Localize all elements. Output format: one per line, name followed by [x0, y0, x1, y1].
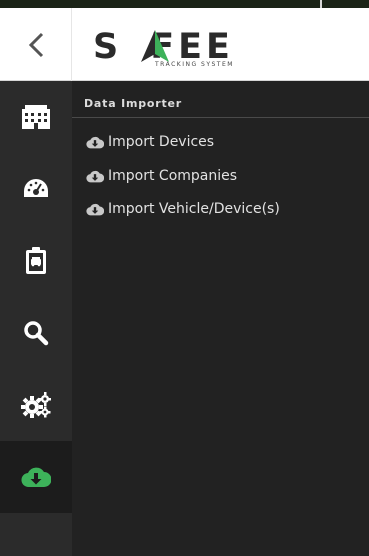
gears-icon: [21, 392, 51, 418]
section-title: Data Importer: [84, 97, 183, 110]
cloud-download-icon: [21, 467, 51, 488]
import-vehicle-devices-link[interactable]: Import Vehicle/Device(s): [86, 199, 280, 219]
app-header: S FEE TRACKING SYSTEM: [0, 8, 369, 81]
section-divider: [72, 117, 369, 118]
top-strip: [0, 0, 369, 8]
import-vehicle-devices-label: Import Vehicle/Device(s): [108, 201, 280, 217]
import-devices-link[interactable]: Import Devices: [86, 132, 214, 152]
cloud-download-icon: [86, 170, 104, 182]
sidebar-item-vehicles[interactable]: [0, 225, 72, 297]
import-companies-label: Import Companies: [108, 168, 238, 184]
import-devices-label: Import Devices: [108, 134, 215, 150]
cloud-download-icon: [86, 136, 104, 148]
back-button[interactable]: [0, 8, 72, 81]
main-content: Data Importer Import Devices Import Comp…: [72, 81, 369, 556]
sidebar-item-search[interactable]: [0, 297, 72, 369]
clipboard-vehicle-icon: [26, 247, 46, 274]
chevron-left-icon: [28, 32, 43, 57]
sidebar: [0, 81, 72, 556]
cloud-download-icon: [86, 203, 104, 215]
search-icon: [24, 321, 49, 346]
safee-logo: S FEE TRACKING SYSTEM: [93, 28, 253, 72]
sidebar-item-data-importer[interactable]: [0, 441, 72, 513]
import-companies-link[interactable]: Import Companies: [86, 166, 237, 186]
logo-triangle-icon: [141, 30, 169, 62]
logo-text-left: S: [93, 27, 123, 67]
logo-tagline: TRACKING SYSTEM: [155, 61, 234, 68]
dashboard-icon: [24, 179, 48, 197]
building-icon: [22, 105, 50, 129]
sidebar-item-settings[interactable]: [0, 369, 72, 441]
sidebar-item-companies[interactable]: [0, 81, 72, 153]
sidebar-item-dashboard[interactable]: [0, 153, 72, 225]
